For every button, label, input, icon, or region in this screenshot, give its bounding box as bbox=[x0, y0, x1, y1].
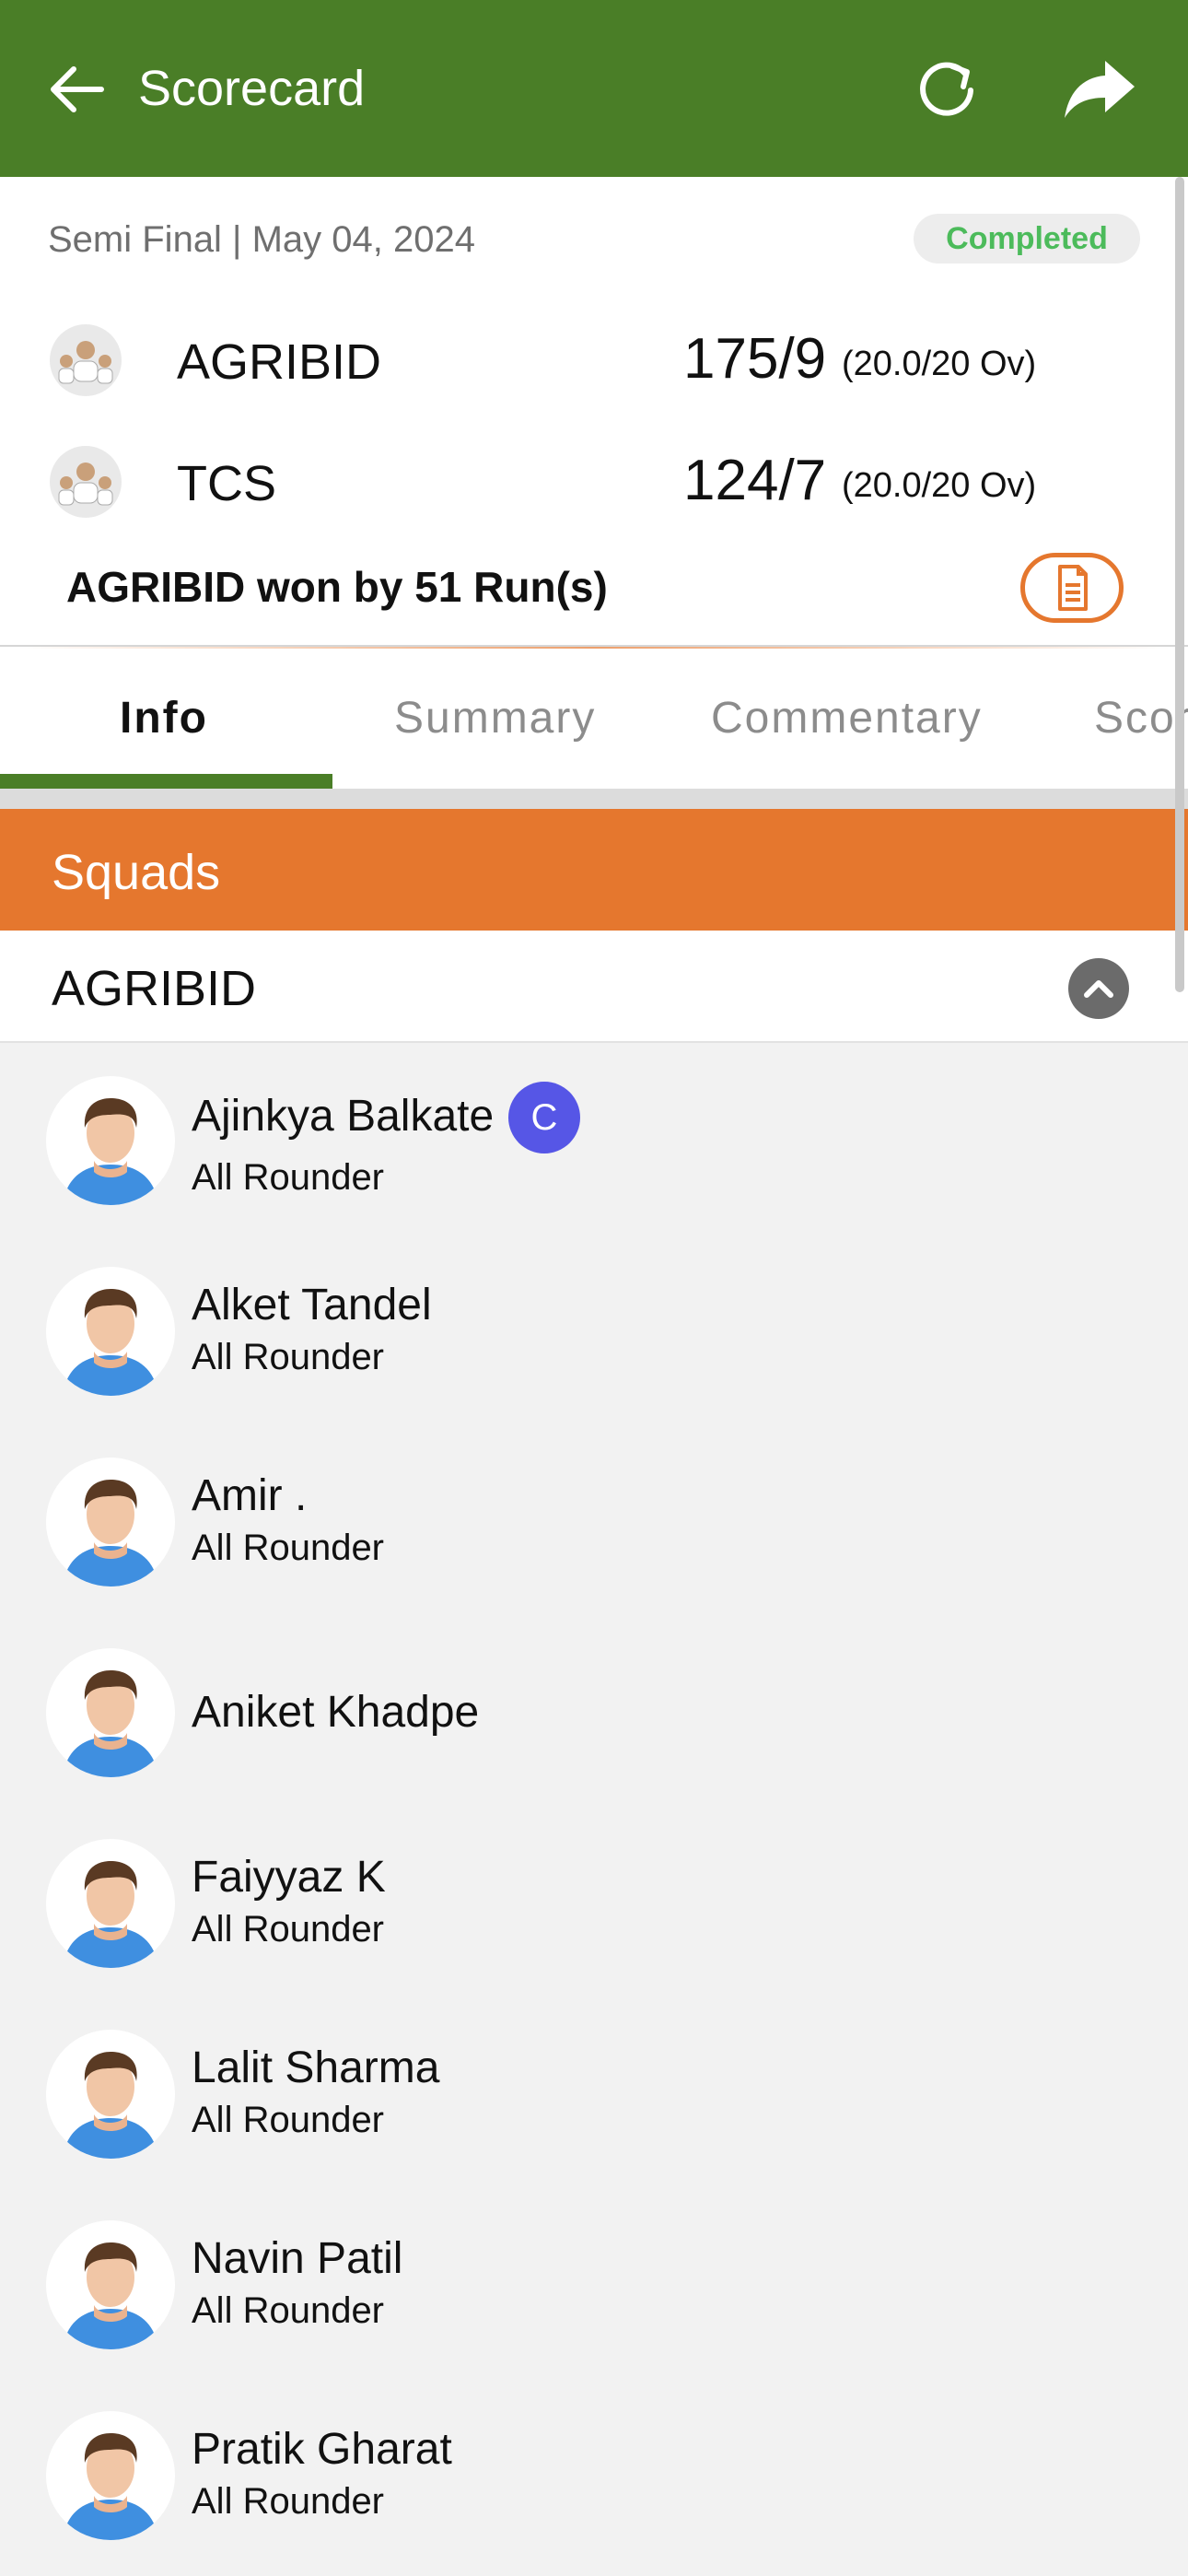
list-item[interactable]: Ajinkya Balkate C All Rounder bbox=[0, 1043, 1188, 1234]
player-role: All Rounder bbox=[192, 1157, 385, 1198]
tab-info[interactable]: Info bbox=[120, 693, 208, 744]
player-name: Faiyyaz K bbox=[192, 1853, 386, 1902]
scrollbar[interactable] bbox=[1175, 177, 1184, 992]
back-arrow-icon[interactable] bbox=[44, 57, 109, 122]
player-name: Navin Patil bbox=[192, 2234, 403, 2283]
player-avatar-icon bbox=[46, 1648, 175, 1777]
match-meta: Semi Final | May 04, 2024 bbox=[48, 219, 475, 260]
divider bbox=[0, 645, 1188, 647]
player-avatar-icon bbox=[46, 1839, 175, 1968]
tab-scorecard[interactable]: Scor bbox=[1094, 693, 1188, 744]
player-avatar-icon bbox=[46, 2220, 175, 2349]
player-name: Pratik Gharat bbox=[192, 2425, 452, 2474]
player-name: Amir . bbox=[192, 1471, 308, 1520]
player-role: All Rounder bbox=[192, 1528, 385, 1568]
list-item[interactable]: Lalit Sharma All Rounder bbox=[0, 1996, 1188, 2187]
player-avatar-icon bbox=[46, 1267, 175, 1396]
player-role: All Rounder bbox=[192, 1337, 385, 1377]
list-item[interactable]: Faiyyaz K All Rounder bbox=[0, 1806, 1188, 1996]
team-name: AGRIBID bbox=[177, 334, 382, 390]
document-icon bbox=[1058, 565, 1088, 611]
team-overs: (20.0/20 Ov) bbox=[842, 345, 1037, 383]
list-item[interactable]: Amir . All Rounder bbox=[0, 1424, 1188, 1615]
squads-header: Squads bbox=[0, 809, 1188, 931]
squad-team-name: AGRIBID bbox=[52, 961, 257, 1016]
list-item[interactable]: Pratik Gharat All Rounder bbox=[0, 2378, 1188, 2569]
scorecard-pdf-button[interactable] bbox=[1020, 553, 1124, 623]
status-badge: Completed bbox=[914, 214, 1140, 263]
squad-team-bar[interactable]: AGRIBID bbox=[0, 931, 1188, 1043]
tab-bar: Info Summary Commentary Scor bbox=[0, 649, 1188, 789]
list-item[interactable]: Navin Patil All Rounder bbox=[0, 2187, 1188, 2378]
team-score: 124/7 bbox=[683, 449, 827, 512]
share-icon[interactable] bbox=[1063, 57, 1136, 122]
tab-commentary[interactable]: Commentary bbox=[711, 693, 983, 744]
chevron-up-icon bbox=[1084, 980, 1113, 998]
player-role: All Rounder bbox=[192, 2100, 385, 2140]
collapse-button[interactable] bbox=[1068, 958, 1129, 1019]
player-role: All Rounder bbox=[192, 2290, 385, 2331]
team-row: AGRIBID 175/9 (20.0/20 Ov) bbox=[0, 313, 1188, 405]
player-avatar-icon bbox=[46, 2030, 175, 2159]
tab-indicator bbox=[0, 774, 332, 789]
list-item[interactable]: Aniket Khadpe bbox=[0, 1615, 1188, 1806]
player-role: All Rounder bbox=[192, 2481, 385, 2522]
app-bar: Scorecard bbox=[0, 0, 1188, 177]
match-result: AGRIBID won by 51 Run(s) bbox=[66, 563, 608, 611]
player-list: Ajinkya Balkate C All Rounder Alket Tand… bbox=[0, 1043, 1188, 2569]
tabs-shadow bbox=[0, 789, 1188, 809]
squads-title: Squads bbox=[52, 845, 221, 900]
player-role: All Rounder bbox=[192, 1909, 385, 1950]
player-name: Ajinkya Balkate bbox=[192, 1092, 495, 1141]
match-summary-card: Semi Final | May 04, 2024 Completed AGRI… bbox=[0, 177, 1188, 650]
team-overs: (20.0/20 Ov) bbox=[842, 466, 1037, 505]
team-logo-icon bbox=[50, 446, 122, 518]
team-logo-icon bbox=[50, 324, 122, 396]
list-item[interactable]: Alket Tandel All Rounder bbox=[0, 1234, 1188, 1424]
player-name: Lalit Sharma bbox=[192, 2043, 440, 2092]
tab-summary[interactable]: Summary bbox=[394, 693, 596, 744]
player-avatar-icon bbox=[46, 1076, 175, 1205]
page-title: Scorecard bbox=[138, 61, 366, 116]
player-avatar-icon bbox=[46, 1458, 175, 1587]
team-name: TCS bbox=[177, 456, 276, 511]
captain-badge: C bbox=[508, 1082, 580, 1153]
player-avatar-icon bbox=[46, 2411, 175, 2540]
player-name: Alket Tandel bbox=[192, 1281, 432, 1329]
player-name: Aniket Khadpe bbox=[192, 1688, 480, 1737]
refresh-icon[interactable] bbox=[912, 53, 982, 123]
team-row: TCS 124/7 (20.0/20 Ov) bbox=[0, 435, 1188, 527]
team-score: 175/9 bbox=[683, 327, 827, 391]
